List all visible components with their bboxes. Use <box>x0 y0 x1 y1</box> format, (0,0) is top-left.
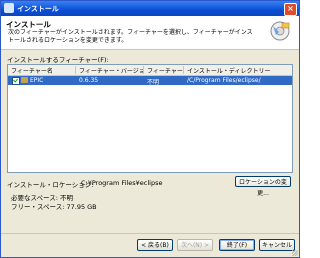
feature-checkbox[interactable] <box>12 77 20 85</box>
column-header-size[interactable]: フィーチャー... <box>144 66 184 74</box>
install-wizard-icon <box>270 21 290 41</box>
wizard-banner: インストール 次のフィーチャーがインストールされます。フィーチャーを選択し、フィ… <box>1 16 299 50</box>
feature-icon <box>21 77 28 83</box>
table-row[interactable]: EPIC 0.6.35 不明 /C/Program Files/eclipse/ <box>8 76 292 86</box>
feature-name: EPIC <box>30 77 44 84</box>
free-space: フリー・スペース: 77.95 GB <box>11 203 97 211</box>
finish-button[interactable]: 終了(F) <box>219 239 255 251</box>
install-app-icon <box>4 3 14 13</box>
back-button[interactable]: < 戻る(B) <box>137 239 173 251</box>
change-location-button[interactable]: ロケーションの変更... <box>235 176 291 197</box>
column-header-name[interactable]: フィーチャー名 <box>8 66 76 74</box>
column-header-directory[interactable]: インストール・ディレクトリー <box>184 66 292 74</box>
feature-version: 0.6.35 <box>79 77 99 84</box>
features-table[interactable]: フィーチャー名 フィーチャー・バージョン フィーチャー... インストール・ディ… <box>7 64 293 173</box>
feature-directory: /C/Program Files/eclipse/ <box>187 77 261 84</box>
title-bar[interactable]: インストール × <box>1 1 299 16</box>
resize-grip[interactable] <box>292 250 298 256</box>
features-section-label: インストールするフィーチャー(F): <box>7 56 109 64</box>
features-table-header: フィーチャー名 フィーチャー・バージョン フィーチャー... インストール・ディ… <box>8 65 292 76</box>
feature-size: 不明 <box>147 79 160 86</box>
install-dialog: インストール × インストール 次のフィーチャーがインストールされます。フィーチ… <box>0 0 300 258</box>
column-header-version[interactable]: フィーチャー・バージョン <box>76 66 144 74</box>
close-button[interactable]: × <box>284 3 297 16</box>
install-location-value: C:¥Program Files¥eclipse <box>81 179 163 187</box>
banner-description: 次のフィーチャーがインストールされます。フィーチャーを選択し、フィーチャーがイン… <box>8 29 253 44</box>
cancel-button[interactable]: キャンセル <box>259 239 295 251</box>
window-title: インストール <box>17 5 59 13</box>
footer-divider <box>1 233 299 234</box>
next-button[interactable]: 次へ(N) > <box>177 239 213 251</box>
